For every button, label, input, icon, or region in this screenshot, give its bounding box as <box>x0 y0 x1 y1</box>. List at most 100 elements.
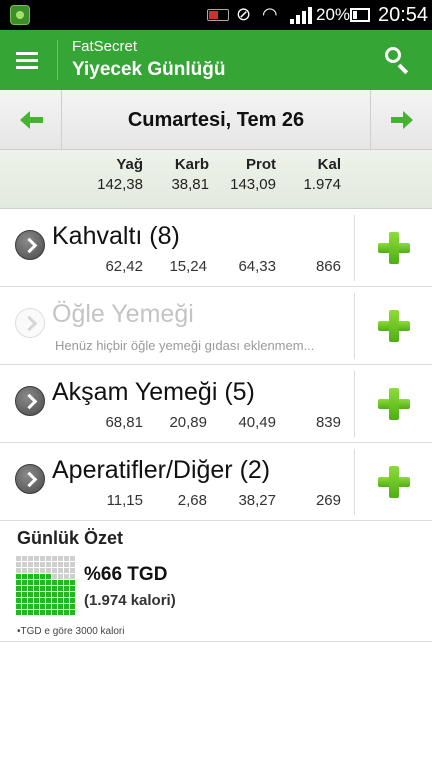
meal-row-dinner[interactable]: Akşam Yemeği (5) 68,81 20,89 40,49 839 <box>0 365 432 443</box>
waffle-cell <box>58 580 63 585</box>
waffle-cell <box>64 568 69 573</box>
waffle-cell <box>28 610 33 615</box>
waffle-cell <box>40 556 45 561</box>
waffle-cell <box>58 592 63 597</box>
waffle-cell <box>64 604 69 609</box>
meal-title: Akşam Yemeği (5) <box>52 378 255 406</box>
waffle-cell <box>46 574 51 579</box>
waffle-cell <box>40 610 45 615</box>
waffle-cell <box>22 598 27 603</box>
meal-fat: 62,42 <box>105 258 143 275</box>
battery-icon <box>350 8 370 22</box>
chevron-right-icon[interactable] <box>15 464 45 494</box>
meal-protein: 40,49 <box>238 414 276 431</box>
meal-carb: 20,89 <box>169 414 207 431</box>
waffle-cell <box>58 574 63 579</box>
meal-title: Aperatifler/Diğer (2) <box>52 456 271 484</box>
summary-title: Günlük Özet <box>17 528 124 548</box>
waffle-cell <box>52 586 57 591</box>
waffle-cell <box>64 598 69 603</box>
meal-empty-note: Henüz hiçbir öğle yemeği gıdası eklenmem… <box>55 338 315 353</box>
waffle-cell <box>40 586 45 591</box>
header-divider <box>57 40 58 80</box>
total-fat-label: Yağ <box>116 156 143 173</box>
total-carb-label: Karb <box>174 156 209 173</box>
waffle-cell <box>28 562 33 567</box>
waffle-cell <box>46 610 51 615</box>
summary-calories: (1.974 kalori) <box>84 592 176 609</box>
waffle-cell <box>46 580 51 585</box>
waffle-cell <box>46 568 51 573</box>
waffle-cell <box>64 586 69 591</box>
waffle-cell <box>58 610 63 615</box>
next-day-button[interactable] <box>370 90 432 150</box>
meal-row-lunch[interactable]: Öğle Yemeği Henüz hiçbir öğle yemeği gıd… <box>0 287 432 365</box>
search-icon[interactable] <box>384 46 412 75</box>
waffle-cell <box>22 604 27 609</box>
waffle-cell <box>52 598 57 603</box>
waffle-cell <box>28 604 33 609</box>
waffle-cell <box>70 562 75 567</box>
status-bar: ⊘ ◠ 20% 20:54 <box>0 0 432 30</box>
waffle-cell <box>22 592 27 597</box>
meal-protein: 38,27 <box>238 492 276 509</box>
waffle-cell <box>52 580 57 585</box>
waffle-cell <box>28 574 33 579</box>
waffle-cell <box>40 598 45 603</box>
total-fat-value: 142,38 <box>97 176 143 193</box>
waffle-cell <box>34 598 39 603</box>
meal-row-breakfast[interactable]: Kahvaltı (8) 62,42 15,24 64,33 866 <box>0 209 432 287</box>
chevron-right-icon[interactable] <box>15 230 45 260</box>
total-carb-value: 38,81 <box>171 176 209 193</box>
waffle-cell <box>64 574 69 579</box>
divider <box>354 371 355 437</box>
waffle-cell <box>64 556 69 561</box>
waffle-cell <box>46 598 51 603</box>
meal-calories: 866 <box>315 258 341 275</box>
waffle-cell <box>34 610 39 615</box>
add-food-button[interactable] <box>378 232 410 264</box>
chevron-right-icon[interactable] <box>15 308 45 338</box>
signal-icon <box>290 6 312 24</box>
waffle-cell <box>28 580 33 585</box>
previous-day-button[interactable] <box>0 90 62 150</box>
waffle-cell <box>16 574 21 579</box>
add-food-button[interactable] <box>378 310 410 342</box>
add-food-button[interactable] <box>378 466 410 498</box>
meal-carb: 15,24 <box>169 258 207 275</box>
meal-title: Öğle Yemeği <box>52 300 194 328</box>
chevron-right-icon[interactable] <box>15 386 45 416</box>
waffle-cell <box>28 568 33 573</box>
divider <box>354 449 355 515</box>
waffle-cell <box>52 556 57 561</box>
current-date[interactable]: Cumartesi, Tem 26 <box>62 90 370 150</box>
waffle-cell <box>34 556 39 561</box>
divider <box>354 293 355 359</box>
wifi-icon: ◠ <box>262 4 278 25</box>
waffle-cell <box>16 580 21 585</box>
waffle-cell <box>40 604 45 609</box>
meal-protein: 64,33 <box>238 258 276 275</box>
waffle-cell <box>16 598 21 603</box>
meal-row-snacks[interactable]: Aperatifler/Diğer (2) 11,15 2,68 38,27 2… <box>0 443 432 521</box>
app-header: FatSecret Yiyecek Günlüğü <box>0 30 432 90</box>
menu-icon[interactable] <box>16 49 40 71</box>
add-food-button[interactable] <box>378 388 410 420</box>
daily-summary: Günlük Özet %66 TGD (1.974 kalori) •TGD … <box>0 520 432 642</box>
waffle-cell <box>58 586 63 591</box>
battery-low-icon <box>207 9 229 21</box>
waffle-cell <box>34 574 39 579</box>
waffle-cell <box>22 568 27 573</box>
waffle-cell <box>34 604 39 609</box>
waffle-cell <box>58 598 63 603</box>
waffle-cell <box>16 610 21 615</box>
waffle-cell <box>40 592 45 597</box>
waffle-cell <box>46 562 51 567</box>
waffle-cell <box>64 592 69 597</box>
waffle-cell <box>64 580 69 585</box>
waffle-cell <box>52 568 57 573</box>
meal-fat: 68,81 <box>105 414 143 431</box>
waffle-cell <box>40 568 45 573</box>
waffle-cell <box>22 574 27 579</box>
waffle-cell <box>22 586 27 591</box>
